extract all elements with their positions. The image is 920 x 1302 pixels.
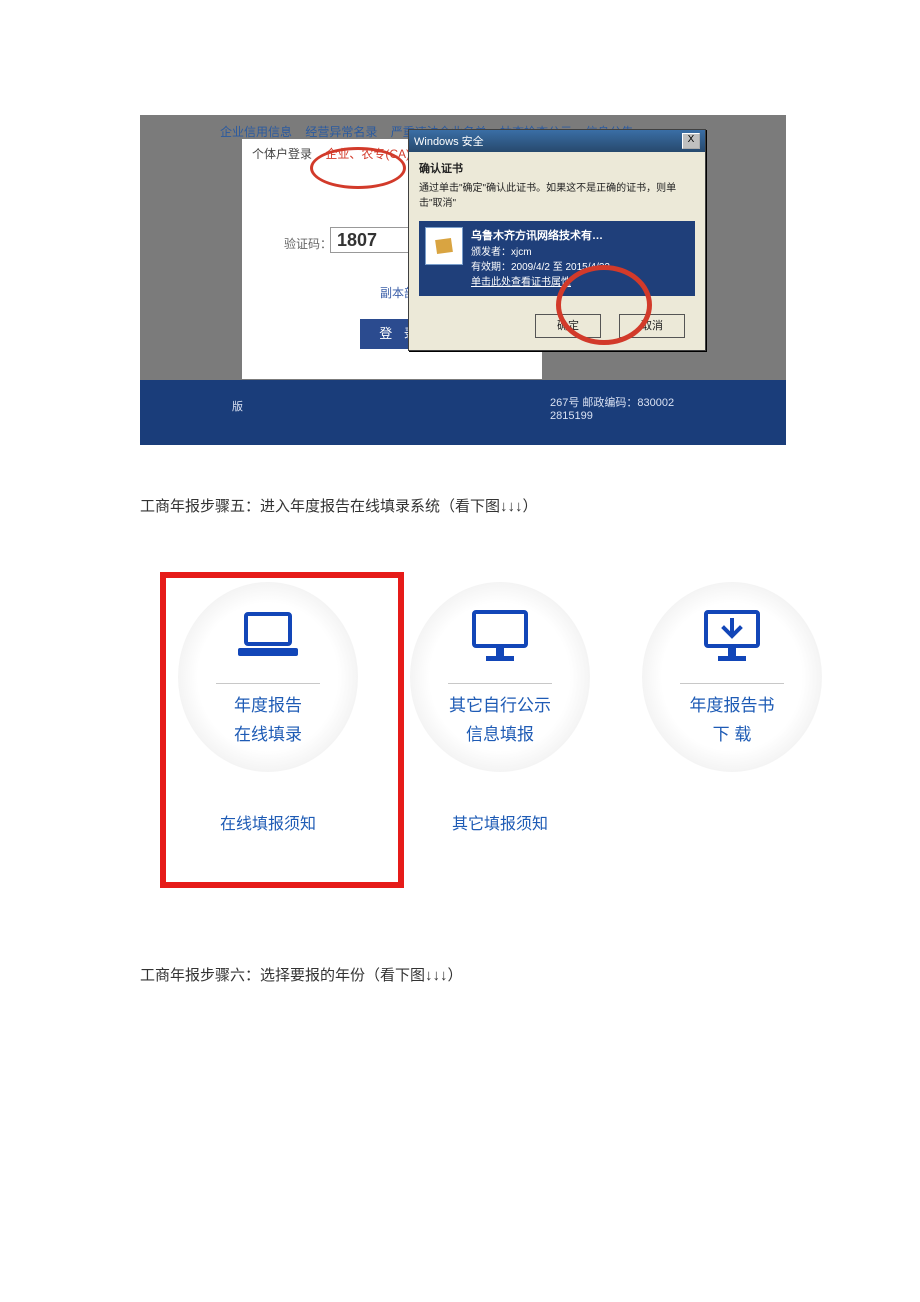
divider <box>216 683 320 684</box>
option-title: 年度报告书 下 载 <box>690 692 775 750</box>
windows-security-dialog: Windows 安全 X 确认证书 通过单击"确定"确认此证书。如果这不是正确的… <box>408 129 706 351</box>
menu-item: 企业信用信息 <box>220 125 292 139</box>
menu-item: 经营异常名录 <box>305 125 377 139</box>
captcha-input[interactable]: 1807 <box>330 227 412 253</box>
annotation-ellipse-tab <box>310 147 406 189</box>
certificate-icon <box>425 227 463 265</box>
certificate-issuer: 颁发者：xjcm <box>471 243 610 258</box>
download-monitor-icon <box>700 582 764 677</box>
tab-individual[interactable]: 个体户登录 <box>252 147 312 161</box>
option-title: 其它自行公示 信息填报 <box>449 692 551 750</box>
page-footer: 版 267号 邮政编码：830002 2815199 <box>140 380 786 445</box>
option-link[interactable]: 在线填报须知 <box>220 810 316 834</box>
option-oval: 其它自行公示 信息填报 <box>410 582 590 772</box>
login-dialog-screenshot: 企业信用信息 经营异常名录 严重违法企业名单 抽查检查公示 信息公告 个体户登录… <box>140 115 786 445</box>
close-icon[interactable]: X <box>682 133 700 149</box>
option-annual-report-entry[interactable]: 年度报告 在线填录 在线填报须知 <box>178 582 358 834</box>
monitor-icon <box>468 582 532 677</box>
certificate-name: 乌鲁木齐方讯网络技术有… <box>471 227 610 243</box>
step6-instruction: 工商年报步骤六：选择要报的年份（看下图↓↓↓） <box>140 964 780 985</box>
option-oval: 年度报告书 下 载 <box>642 582 822 772</box>
dialog-message: 通过单击"确定"确认此证书。如果这不是正确的证书，则单击"取消" <box>419 179 695 209</box>
option-download-report[interactable]: 年度报告书 下 载 <box>642 582 822 834</box>
annotation-circle-ok <box>556 265 652 345</box>
footer-right-2: 2815199 <box>550 410 593 422</box>
dialog-titlebar: Windows 安全 X <box>409 130 705 152</box>
dialog-buttons: 确定 取消 <box>419 314 695 338</box>
options-screenshot: 年度报告 在线填录 在线填报须知 <box>150 572 810 892</box>
footer-right-1: 267号 邮政编码：830002 <box>550 394 674 410</box>
step5-instruction: 工商年报步骤五：进入年度报告在线填录系统（看下图↓↓↓） <box>140 495 780 516</box>
laptop-icon <box>236 582 300 677</box>
option-link[interactable]: 其它填报须知 <box>452 810 548 834</box>
option-oval: 年度报告 在线填录 <box>178 582 358 772</box>
captcha-label: 验证码： <box>284 235 332 252</box>
dialog-heading: 确认证书 <box>419 160 695 176</box>
divider <box>680 683 784 684</box>
option-title: 年度报告 在线填录 <box>234 692 302 750</box>
certificate-box[interactable]: 乌鲁木齐方讯网络技术有… 颁发者：xjcm 有效期：2009/4/2 至 201… <box>419 221 695 296</box>
dialog-body: 确认证书 通过单击"确定"确认此证书。如果这不是正确的证书，则单击"取消" 乌鲁… <box>409 152 705 350</box>
footer-left: 版 <box>232 398 243 414</box>
option-other-disclosure[interactable]: 其它自行公示 信息填报 其它填报须知 <box>410 582 590 834</box>
options-row: 年度报告 在线填录 在线填报须知 <box>178 582 822 834</box>
divider <box>448 683 552 684</box>
dialog-title: Windows 安全 <box>414 133 484 149</box>
